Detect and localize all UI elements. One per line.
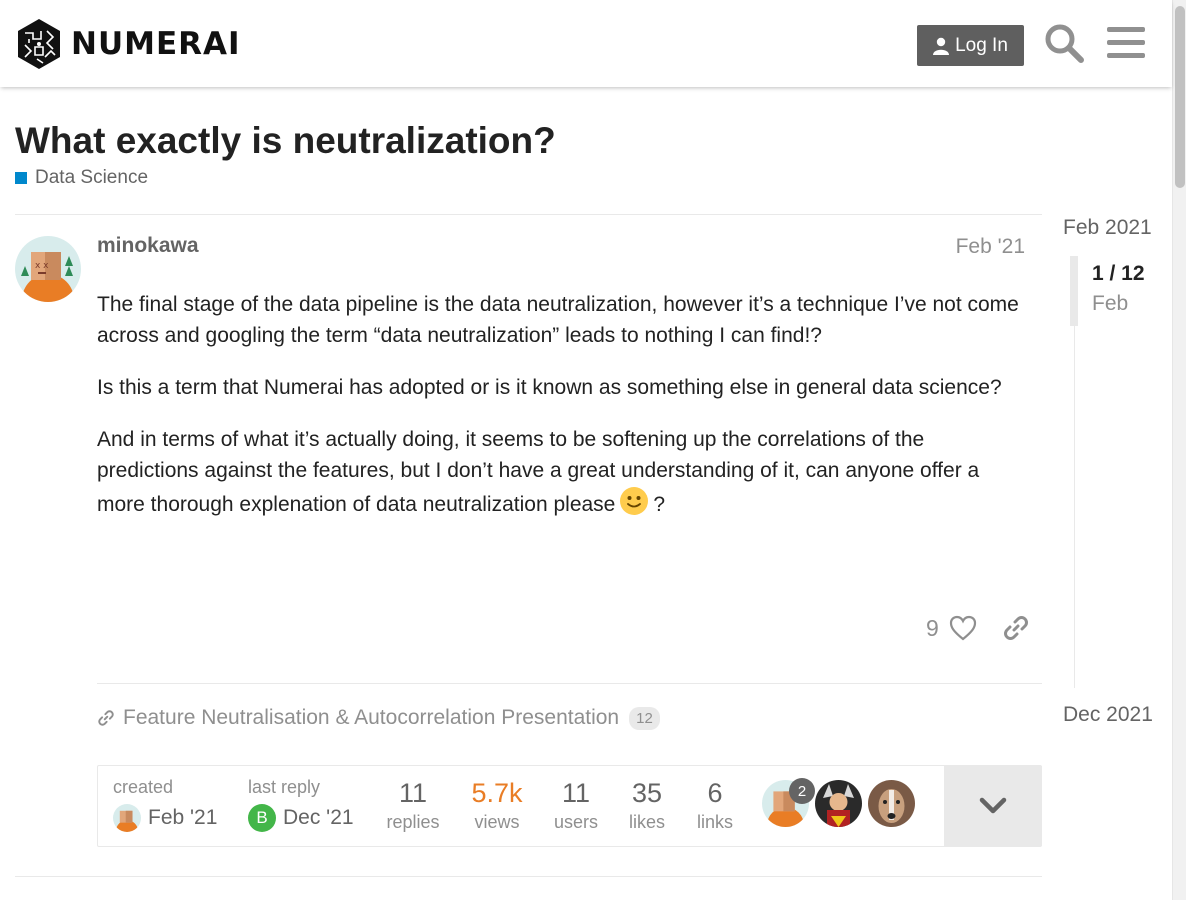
search-icon xyxy=(1045,24,1084,63)
stat-label: users xyxy=(553,812,598,832)
stat-views: 5.7k views xyxy=(462,778,532,833)
like-count: 9 xyxy=(926,614,939,641)
like-button[interactable]: 9 xyxy=(926,610,977,646)
created-date: Feb '21 xyxy=(148,806,218,829)
hamburger-menu-icon xyxy=(1107,27,1145,58)
link-icon xyxy=(1004,616,1028,640)
post-paragraph: The final stage of the data pipeline is … xyxy=(97,293,1019,347)
user-icon xyxy=(933,37,950,55)
category-badge[interactable]: Data Science xyxy=(15,167,148,189)
stat-number: 6 xyxy=(707,778,723,808)
page-scrollbar[interactable] xyxy=(1172,0,1186,900)
last-reply-date: Dec '21 xyxy=(283,806,354,829)
timeline-start-date[interactable]: Feb 2021 xyxy=(1063,216,1152,240)
site-header: NUMERAI Log In xyxy=(0,0,1172,87)
created-info: created Feb '21 xyxy=(113,777,217,832)
participant-avatar[interactable] xyxy=(815,780,862,827)
post-paragraph: And in terms of what it’s actually doing… xyxy=(97,424,1027,520)
timeline-handle[interactable] xyxy=(1070,256,1078,326)
share-link-button[interactable] xyxy=(998,610,1034,646)
login-label: Log In xyxy=(955,34,1008,56)
slight-smile-emoji-icon xyxy=(620,487,649,515)
post-paragraph: Is this a term that Numerai has adopted … xyxy=(97,376,1002,399)
heart-icon xyxy=(949,615,976,641)
topic-map: created Feb '21 last reply B Dec '21 11 … xyxy=(97,765,1042,847)
scrollbar-thumb[interactable] xyxy=(1175,6,1185,188)
link-click-count: 12 xyxy=(629,706,660,730)
linked-topic[interactable]: Feature Neutralisation & Autocorrelation… xyxy=(97,706,660,730)
last-replier-avatar[interactable]: B xyxy=(248,804,276,832)
numerai-logo-icon xyxy=(18,19,60,69)
login-button[interactable]: Log In xyxy=(917,25,1024,66)
last-reply-meta: B Dec '21 xyxy=(248,804,354,832)
stat-label: replies xyxy=(386,812,440,832)
post-divider xyxy=(15,214,1042,215)
chevron-down-icon xyxy=(979,797,1007,814)
post-divider xyxy=(97,683,1042,684)
creator-avatar[interactable] xyxy=(113,804,141,832)
stat-label: views xyxy=(474,812,520,832)
category-color-square xyxy=(15,172,27,184)
linked-topic-title: Feature Neutralisation & Autocorrelation… xyxy=(123,706,620,729)
author-username[interactable]: minokawa xyxy=(97,234,199,258)
timeline-end-date[interactable]: Dec 2021 xyxy=(1063,703,1153,727)
last-reply-info[interactable]: last reply B Dec '21 xyxy=(248,777,354,832)
post-date[interactable]: Feb '21 xyxy=(956,235,1025,259)
post-divider xyxy=(15,876,1042,877)
participant-avatars: 2 xyxy=(762,778,921,827)
participant-avatar[interactable]: 2 xyxy=(762,778,815,827)
svg-text:x x: x x xyxy=(35,261,49,271)
created-meta: Feb '21 xyxy=(113,804,217,832)
stat-users: 11 users xyxy=(541,778,611,833)
stat-likes: 35 likes xyxy=(620,778,674,833)
author-avatar[interactable]: x x xyxy=(15,236,81,302)
post-count-badge: 2 xyxy=(789,778,815,804)
stat-number: 35 xyxy=(631,778,663,808)
post-paragraph-text: And in terms of what it’s actually doing… xyxy=(97,428,980,516)
post-body: The final stage of the data pipeline is … xyxy=(97,289,1027,541)
numerai-logo[interactable]: NUMERAI xyxy=(15,17,241,71)
expand-topic-map-button[interactable] xyxy=(944,766,1042,846)
stat-replies: 11 replies xyxy=(378,778,448,833)
stat-number: 11 xyxy=(398,778,428,808)
topic-title[interactable]: What exactly is neutralization? xyxy=(15,120,556,162)
created-label: created xyxy=(113,777,174,797)
stat-links: 6 links xyxy=(688,778,742,833)
stat-number: 11 xyxy=(561,778,591,808)
stat-number: 5.7k xyxy=(471,778,523,808)
menu-button[interactable] xyxy=(1105,22,1147,64)
participant-avatar[interactable] xyxy=(868,780,915,827)
timeline-position-date: Feb xyxy=(1092,292,1129,315)
search-button[interactable] xyxy=(1043,22,1085,64)
last-reply-label: last reply xyxy=(248,777,321,797)
category-name: Data Science xyxy=(35,167,149,188)
stat-label: links xyxy=(696,812,733,832)
link-icon xyxy=(98,710,114,726)
stat-label: likes xyxy=(628,812,665,832)
post-paragraph-end: ? xyxy=(653,493,666,516)
timeline-position: 1 / 12 xyxy=(1092,262,1145,285)
brand-wordmark: NUMERAI xyxy=(71,26,241,62)
